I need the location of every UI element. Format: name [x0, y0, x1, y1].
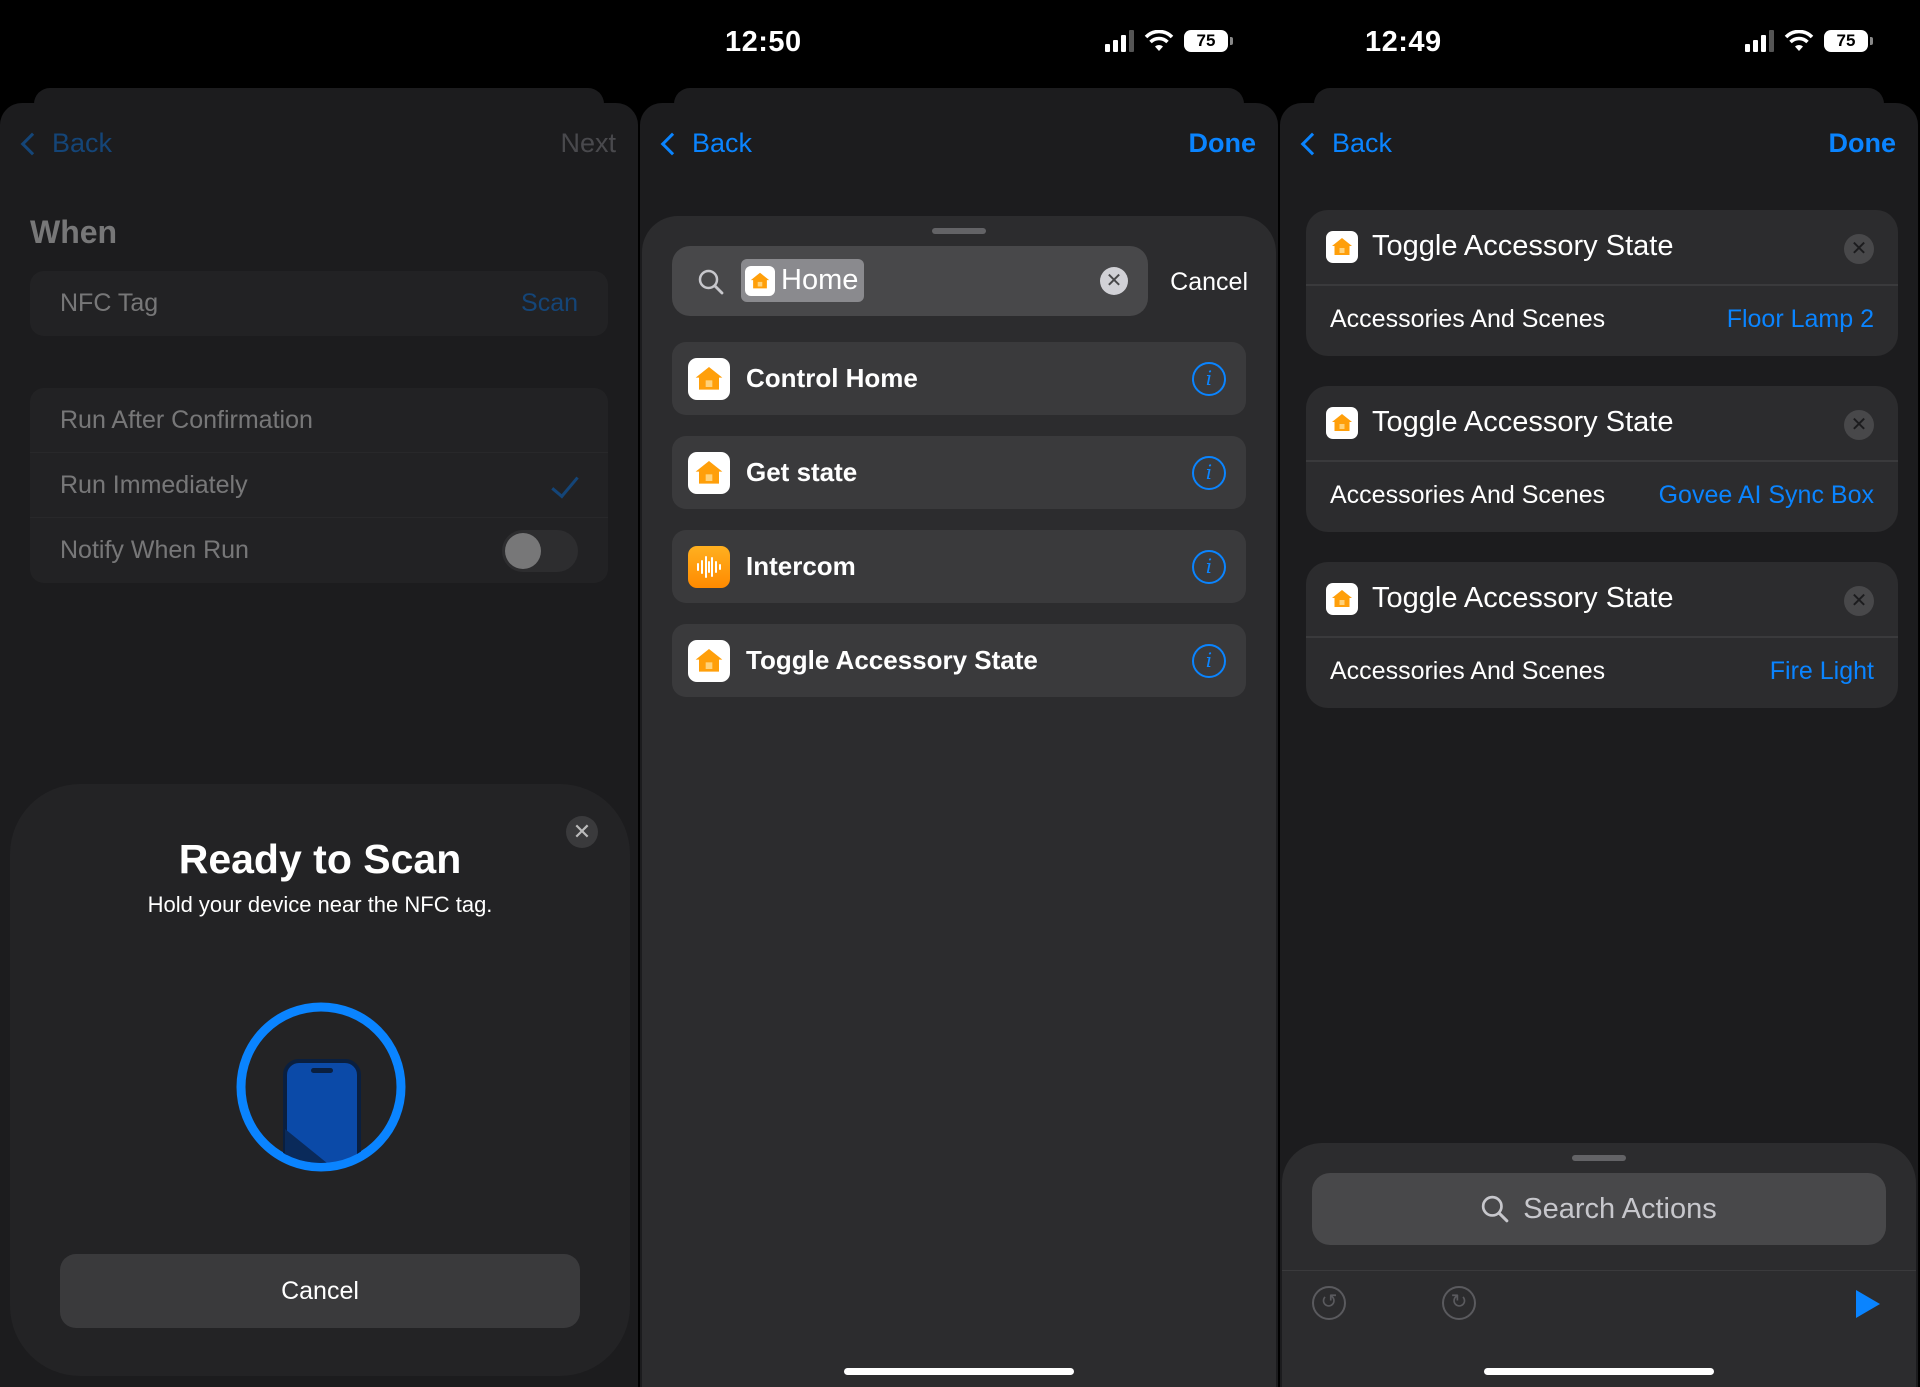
action-title: Toggle Accessory State	[1372, 230, 1674, 262]
parameter-value[interactable]: Fire Light	[1770, 657, 1874, 686]
search-sheet: Home ✕ Cancel Control Home i Get state i	[642, 216, 1276, 1387]
home-app-icon	[1326, 582, 1358, 615]
next-button[interactable]: Next	[560, 128, 616, 159]
action-card[interactable]: Toggle Accessory State ✕ Accessories And…	[1306, 210, 1898, 356]
undo-icon[interactable]: ↺	[1312, 1286, 1346, 1320]
run-after-confirmation-row[interactable]: Run After Confirmation	[30, 388, 608, 453]
remove-action-icon[interactable]: ✕	[1844, 410, 1874, 440]
scan-button[interactable]: Scan	[521, 289, 578, 318]
chevron-left-icon	[660, 132, 684, 155]
status-time: 12:49	[1365, 26, 1442, 58]
run-options-group: Run After Confirmation Run Immediately N…	[30, 388, 608, 583]
home-app-icon	[688, 639, 730, 682]
cancel-search-button[interactable]: Cancel	[1170, 268, 1248, 297]
nfc-automation-screen: Back Next When NFC Tag Scan Run After Co…	[0, 0, 638, 1387]
intercom-waveform-icon	[688, 545, 730, 588]
wifi-icon	[1144, 30, 1174, 51]
action-card[interactable]: Toggle Accessory State ✕ Accessories And…	[1306, 386, 1898, 532]
info-icon[interactable]: i	[1192, 362, 1226, 396]
done-button[interactable]: Done	[1829, 128, 1897, 159]
scan-subtitle: Hold your device near the NFC tag.	[147, 892, 493, 917]
home-app-icon	[688, 451, 730, 494]
action-title: Toggle Accessory State	[1372, 406, 1674, 438]
when-title: When	[30, 214, 118, 250]
parameter-value[interactable]: Govee AI Sync Box	[1659, 481, 1874, 510]
run-immediately-row[interactable]: Run Immediately	[30, 453, 608, 518]
home-app-token[interactable]: Home	[741, 259, 865, 302]
search-input[interactable]: Home ✕	[672, 246, 1148, 316]
status-time: 12:50	[725, 26, 802, 58]
info-icon[interactable]: i	[1192, 550, 1226, 584]
checkmark-icon	[551, 469, 579, 499]
search-icon	[1482, 1195, 1509, 1223]
ready-to-scan-sheet: ✕ Ready to Scan Hold your device near th…	[10, 784, 630, 1376]
action-search-sheet: Search Actions ↺ ↻	[1282, 1143, 1916, 1387]
chevron-left-icon	[20, 132, 44, 155]
cellular-signal-icon	[1745, 30, 1774, 52]
redo-icon[interactable]: ↻	[1442, 1286, 1476, 1320]
result-control-home[interactable]: Control Home i	[672, 342, 1246, 415]
back-button[interactable]: Back	[1298, 128, 1392, 159]
remove-action-icon[interactable]: ✕	[1844, 586, 1874, 616]
home-indicator	[1484, 1368, 1714, 1375]
battery-icon: 75	[1184, 30, 1233, 52]
parameter-value[interactable]: Floor Lamp 2	[1727, 305, 1874, 334]
cellular-signal-icon	[1105, 30, 1134, 52]
action-search-screen: 12:50 75 Back Done Home ✕ Cancel Control…	[640, 0, 1278, 1387]
info-icon[interactable]: i	[1192, 644, 1226, 678]
result-intercom[interactable]: Intercom i	[672, 530, 1246, 603]
parameter-label: Accessories And Scenes	[1330, 657, 1606, 685]
remove-action-icon[interactable]: ✕	[1844, 234, 1874, 264]
search-icon	[698, 269, 724, 295]
action-card[interactable]: Toggle Accessory State ✕ Accessories And…	[1306, 562, 1898, 708]
phone-scan-icon	[236, 1002, 406, 1172]
cancel-scan-button[interactable]: Cancel	[60, 1254, 580, 1328]
action-title: Toggle Accessory State	[1372, 582, 1674, 614]
home-app-icon	[1326, 406, 1358, 439]
wifi-icon	[1784, 30, 1814, 51]
home-app-icon	[745, 265, 775, 296]
play-icon[interactable]	[1856, 1290, 1880, 1318]
status-bar: 12:50 75	[640, 0, 1278, 90]
sheet-grabber[interactable]	[1572, 1155, 1626, 1161]
status-bar: 12:49 75	[1280, 0, 1918, 90]
home-indicator	[844, 1368, 1074, 1375]
shortcut-editor-screen: 12:49 75 Back Done Toggle Accessory Stat…	[1280, 0, 1918, 1387]
info-icon[interactable]: i	[1192, 456, 1226, 490]
done-button[interactable]: Done	[1189, 128, 1257, 159]
notify-toggle[interactable]	[502, 530, 578, 572]
result-toggle-accessory-state[interactable]: Toggle Accessory State i	[672, 624, 1246, 697]
trigger-group: NFC Tag Scan	[30, 271, 608, 336]
clear-search-icon[interactable]: ✕	[1100, 267, 1128, 295]
battery-icon: 75	[1824, 30, 1873, 52]
chevron-left-icon	[1300, 132, 1324, 155]
parameter-label: Accessories And Scenes	[1330, 305, 1606, 333]
parameter-label: Accessories And Scenes	[1330, 481, 1606, 509]
home-app-icon	[1326, 230, 1358, 263]
back-button[interactable]: Back	[18, 128, 112, 159]
scan-title: Ready to Scan	[178, 836, 462, 882]
notify-when-run-row: Notify When Run	[30, 518, 608, 583]
result-get-state[interactable]: Get state i	[672, 436, 1246, 509]
back-button[interactable]: Back	[658, 128, 752, 159]
search-actions-field[interactable]: Search Actions	[1312, 1173, 1886, 1245]
home-app-icon	[688, 357, 730, 400]
nfc-tag-row[interactable]: NFC Tag Scan	[30, 271, 608, 336]
sheet-grabber[interactable]	[932, 228, 986, 234]
